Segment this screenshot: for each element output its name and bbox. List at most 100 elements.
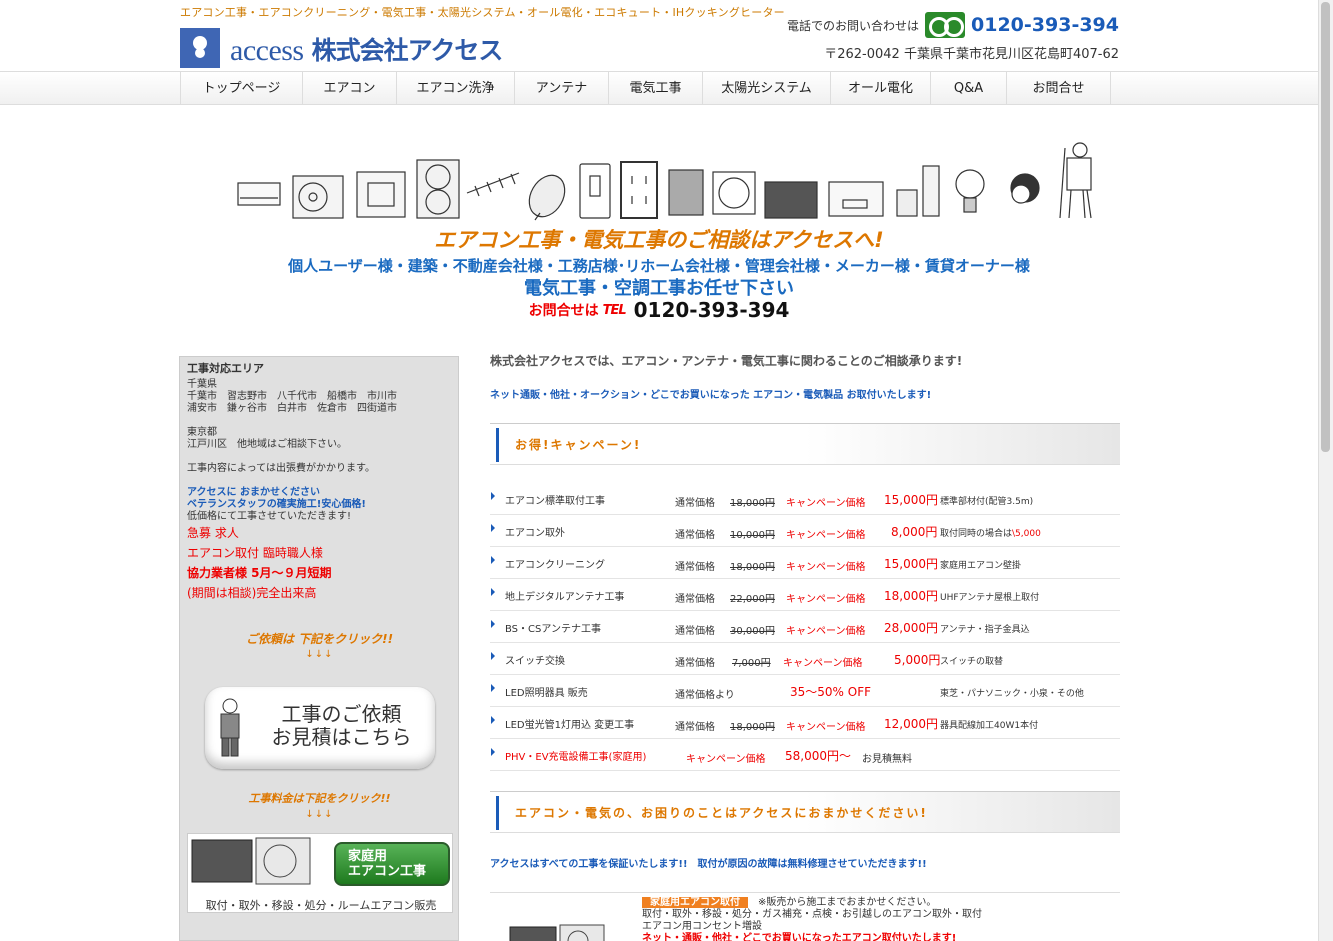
nav-solar[interactable]: 太陽光システム — [703, 72, 831, 105]
triangle-bullet-icon — [491, 492, 495, 500]
campaign-price: 15,000円 — [884, 493, 938, 507]
nav-aircon[interactable]: エアコン — [303, 72, 397, 105]
price-arrows: ↓↓↓ — [305, 809, 334, 820]
regular-label: 通常価格 — [675, 658, 715, 669]
hero-phone[interactable]: 0120-393-394 — [634, 298, 790, 322]
header-address: 〒262-0042 千葉県千葉市花見川区花島町407-62 — [824, 47, 1119, 62]
campaign-table: エアコン標準取付工事 通常価格 18,000円 キャンペーン価格 15,000円… — [490, 483, 1120, 771]
nav-electric[interactable]: 電気工事 — [609, 72, 703, 105]
led-bulb-icon — [955, 169, 985, 213]
header-tagline: エアコン工事・エアコンクリーニング・電気工事・太陽光システム・オール電化・エコキ… — [180, 6, 785, 19]
contact-label: 電話でのお問い合わせは — [787, 18, 920, 33]
service-name: BS・CSアンテナ工事 — [505, 624, 601, 635]
satellite-dish-icon — [528, 174, 566, 221]
hero-customers: 個人ユーザー様・建築・不動産会社様・工務店様･リホーム会社様・管理会社様・メーカ… — [288, 257, 1030, 275]
home-aircon-label[interactable]: 家庭用エアコン取付 — [642, 897, 748, 908]
campaign-price: 18,000円 — [884, 589, 938, 603]
campaign-row[interactable]: BS・CSアンテナ工事 通常価格 30,000円 キャンペーン価格 28,000… — [490, 611, 1120, 643]
header-phone[interactable]: 0120-393-394 — [971, 14, 1119, 36]
nav-aircon-cleaning[interactable]: エアコン洗浄 — [397, 72, 515, 105]
travel-fee-note: 工事内容によっては出張費がかかります。 — [187, 463, 375, 474]
triangle-bullet-icon — [491, 652, 495, 660]
campaign-row[interactable]: エアコン標準取付工事 通常価格 18,000円 キャンペーン価格 15,000円… — [490, 483, 1120, 515]
triangle-bullet-icon — [491, 524, 495, 532]
ecocute-icon — [896, 165, 940, 217]
campaign-row[interactable]: LED照明器具 販売 通常価格より 35～50% OFF 東芝・パナソニック・小… — [490, 675, 1120, 707]
wall-aircon-icon — [237, 182, 281, 206]
hero-headline: エアコン工事・電気工事のご相談はアクセスへ! — [434, 228, 884, 252]
home-aircon-ad[interactable]: 家庭用 エアコン工事 取付・取外・移設・処分・ルームエアコン販売 — [187, 833, 453, 913]
price-note: スイッチの取替 — [940, 657, 1004, 667]
campaign-label: キャンペーン価格 — [786, 530, 866, 541]
home-aircon-line-2: 取付・取外・移設・処分・ガス補充・点検・お引越しのエアコン取外・取付 — [642, 909, 982, 920]
triangle-bullet-icon — [491, 620, 495, 628]
request-button-label: 工事のご依頼 お見積はこちら — [271, 702, 412, 749]
nav-antenna[interactable]: アンテナ — [515, 72, 609, 105]
price-note: お見積無料 — [862, 754, 912, 765]
main-nav: トップページ エアコン エアコン洗浄 アンテナ 電気工事 太陽光システム オール… — [180, 72, 1111, 105]
price-note: 取付同時の場合は\5,000 — [940, 526, 1041, 539]
nav-top[interactable]: トップページ — [181, 72, 303, 105]
campaign-price: 12,000円 — [884, 717, 938, 731]
price-note-red: \5,000 — [1012, 529, 1041, 539]
product-banner-image — [237, 142, 1092, 221]
sidebar: 工事対応エリア 千葉県 千葉市 習志野市 八千代市 船橋市 市川市 浦安市 鎌ヶ… — [179, 356, 459, 941]
campaign-price: 8,000円 — [891, 525, 938, 539]
price-note-text: 取付同時の場合は — [940, 529, 1013, 539]
sensor-light-icon — [1010, 173, 1040, 204]
campaign-row[interactable]: スイッチ交換 通常価格 7,000円 キャンペーン価格 5,000円 スイッチの… — [490, 643, 1120, 675]
campaign-row[interactable]: PHV・EV充電設備工事(家庭用) キャンペーン価格 58,000円～ お見積無… — [490, 739, 1120, 771]
campaign-row[interactable]: LED蛍光管1灯用込 変更工事 通常価格 18,000円 キャンペーン価格 12… — [490, 707, 1120, 739]
worker-icon — [220, 698, 239, 757]
main-nav-bar: トップページ エアコン エアコン洗浄 アンテナ 電気工事 太陽光システム オール… — [0, 71, 1318, 105]
home-aircon-button[interactable]: 家庭用 エアコン工事 — [334, 842, 450, 886]
main-content: 株式会社アクセスでは、エアコン・アンテナ・電気工事に関わることのご相談承ります!… — [490, 352, 1120, 941]
intercom-icon — [668, 169, 704, 216]
nav-all-electric[interactable]: オール電化 — [831, 72, 931, 105]
campaign-label: キャンペーン価格 — [786, 626, 866, 637]
campaign-row[interactable]: エアコン取外 通常価格 10,000円 キャンペーン価格 8,000円 取付同時… — [490, 515, 1120, 547]
home-aircon-line-3: エアコン用コンセント増設 — [642, 921, 762, 932]
hero-subheadline: 電気工事・空調工事お任せ下さい — [524, 278, 794, 299]
campaign-row[interactable]: エアコンクリーニング 通常価格 18,000円 キャンペーン価格 15,000円… — [490, 547, 1120, 579]
home-aircon-caption: 取付・取外・移設・処分・ルームエアコン販売 — [205, 899, 437, 912]
home-aircon-details: 家庭用エアコン取付 ※販売から施工までおまかせください。 取付・取外・移設・処分… — [642, 897, 982, 941]
campaign-label: キャンペーン価格 — [786, 594, 866, 605]
site-logo[interactable]: access 株式会社アクセス — [180, 26, 503, 68]
recruit-line-2: 協力業者様 5月～９月短期 — [187, 566, 332, 580]
nav-contact[interactable]: お問合せ — [1007, 72, 1111, 105]
campaign-price: 58,000円～ — [785, 749, 851, 763]
home-aircon-line-1: ※販売から施工までおまかせください。 — [758, 897, 937, 908]
home-aircon-line-4: ネット・通販・他社・どこでお買いになったエアコン取付いたします! — [642, 933, 957, 941]
campaign-label: キャンペーン価格 — [786, 722, 866, 733]
nav-qa[interactable]: Q&A — [931, 72, 1007, 105]
ventilation-fan-icon — [712, 171, 756, 215]
home-aircon-section: 家庭用エアコン取付 ※販売から施工までおまかせください。 取付・取外・移設・処分… — [490, 892, 1120, 941]
triangle-bullet-icon — [491, 588, 495, 596]
service-name: LED照明器具 販売 — [505, 688, 588, 699]
large-outdoor-unit-icon — [416, 159, 460, 219]
service-name: スイッチ交換 — [505, 656, 565, 667]
campaign-row[interactable]: 地上デジタルアンテナ工事 通常価格 22,000円 キャンペーン価格 18,00… — [490, 579, 1120, 611]
service-name: エアコンクリーニング — [505, 560, 605, 571]
light-switch-icon — [579, 163, 611, 219]
outdoor-unit-icon — [292, 175, 344, 219]
regular-label: 通常価格 — [675, 722, 715, 733]
request-arrows: ↓↓↓ — [305, 649, 334, 660]
campaign-label: キャンペーン価格 — [786, 498, 866, 509]
campaign-label: キャンペーン価格 — [786, 562, 866, 573]
campaign-title: お得!キャンペーン! — [515, 438, 642, 452]
price-note: 器具配線加工40W1本付 — [940, 721, 1039, 731]
area-tokyo: 東京都 江戸川区 他地域はご相談下さい。 — [187, 427, 347, 450]
freedial-icon — [925, 12, 966, 38]
ceiling-cassette-icon — [356, 171, 406, 218]
worker-on-ladder-icon — [1059, 142, 1092, 219]
logo-mark-icon — [180, 28, 220, 68]
trouble-title: エアコン・電気の、お困りのことはアクセスにおまかせください! — [515, 806, 928, 820]
request-estimate-button[interactable]: 工事のご依頼 お見積はこちら — [204, 687, 435, 769]
intro-text: 株式会社アクセスでは、エアコン・アンテナ・電気工事に関わることのご相談承ります! — [490, 354, 963, 368]
triangle-bullet-icon — [491, 748, 495, 756]
sidebar-promo-3: 低価格にて工事させていただきます! — [187, 511, 352, 522]
scrollbar-thumb[interactable] — [1321, 2, 1330, 452]
campaign-price: 35～50% OFF — [790, 685, 872, 699]
